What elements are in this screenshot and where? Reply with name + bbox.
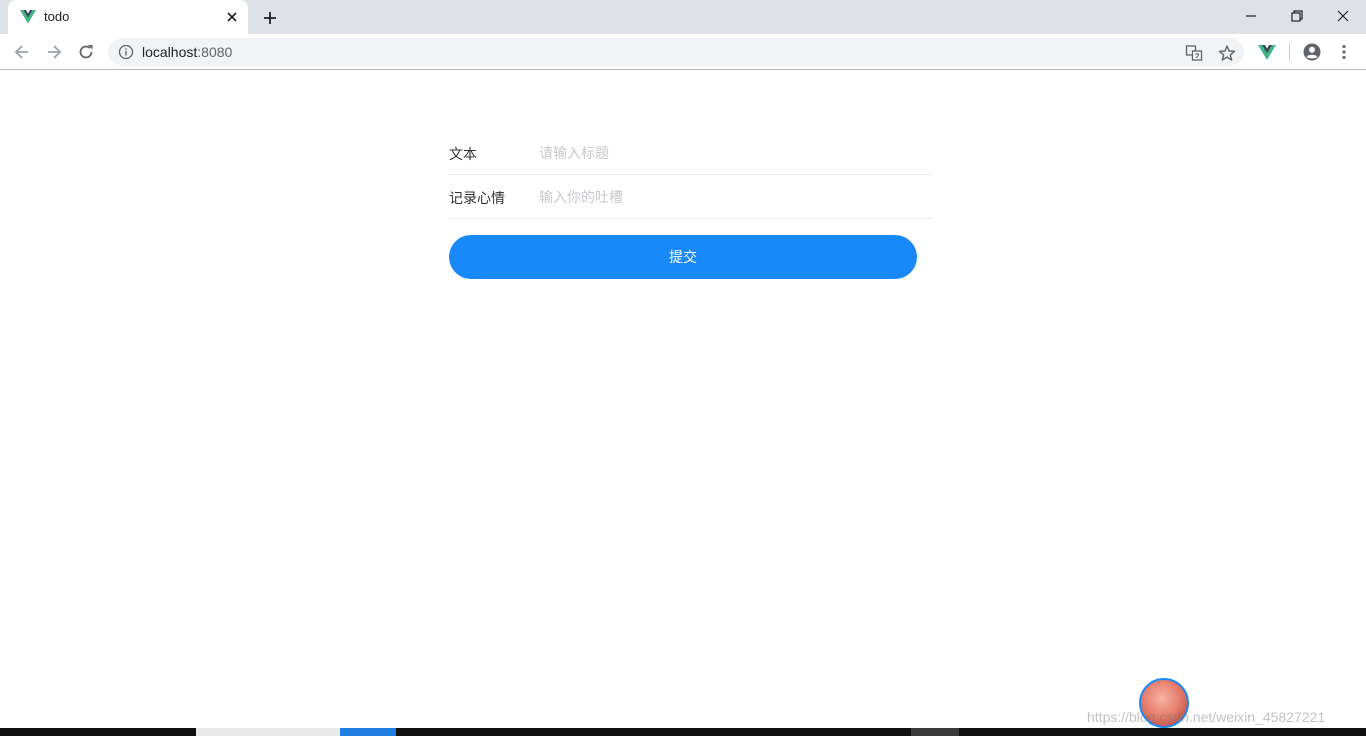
taskbar-item[interactable] bbox=[196, 728, 340, 736]
vue-devtools-icon[interactable] bbox=[1257, 42, 1277, 62]
browser-tab[interactable]: todo bbox=[8, 0, 248, 34]
info-icon[interactable] bbox=[118, 44, 134, 60]
field-row-title: 文本 bbox=[449, 131, 934, 175]
address-bar[interactable]: localhost:8080 bbox=[108, 38, 1244, 66]
toolbar-separator bbox=[1289, 43, 1290, 61]
mood-input[interactable] bbox=[539, 185, 919, 209]
close-icon[interactable] bbox=[224, 9, 240, 25]
mood-label: 记录心情 bbox=[449, 190, 505, 206]
taskbar-item[interactable] bbox=[911, 728, 959, 736]
title-label: 文本 bbox=[449, 146, 477, 162]
close-window-icon[interactable] bbox=[1333, 6, 1353, 26]
restore-icon[interactable] bbox=[1287, 6, 1307, 26]
tab-strip: todo bbox=[0, 0, 1366, 34]
browser-toolbar: localhost:8080 bbox=[0, 34, 1366, 70]
url-text: localhost:8080 bbox=[142, 44, 233, 60]
os-taskbar bbox=[0, 728, 1366, 736]
field-row-mood: 记录心情 bbox=[449, 175, 934, 219]
tab-title: todo bbox=[44, 9, 70, 24]
back-arrow-icon[interactable] bbox=[12, 42, 32, 62]
vue-logo-icon bbox=[20, 10, 36, 24]
translate-icon[interactable] bbox=[1185, 44, 1203, 62]
todo-form: 文本 记录心情 bbox=[449, 131, 934, 219]
submit-button[interactable]: 提交 bbox=[449, 235, 917, 279]
account-icon[interactable] bbox=[1302, 42, 1322, 62]
minimize-icon[interactable] bbox=[1241, 6, 1261, 26]
reload-icon[interactable] bbox=[76, 42, 96, 62]
taskbar-item-active[interactable] bbox=[340, 728, 396, 736]
watermark: https://blog.csdn.net/weixin_45827221 bbox=[1087, 709, 1326, 725]
title-input[interactable] bbox=[539, 141, 919, 165]
plus-icon[interactable] bbox=[260, 8, 280, 28]
menu-dots-icon[interactable] bbox=[1334, 42, 1354, 62]
star-icon[interactable] bbox=[1218, 44, 1236, 62]
forward-arrow-icon[interactable] bbox=[44, 42, 64, 62]
